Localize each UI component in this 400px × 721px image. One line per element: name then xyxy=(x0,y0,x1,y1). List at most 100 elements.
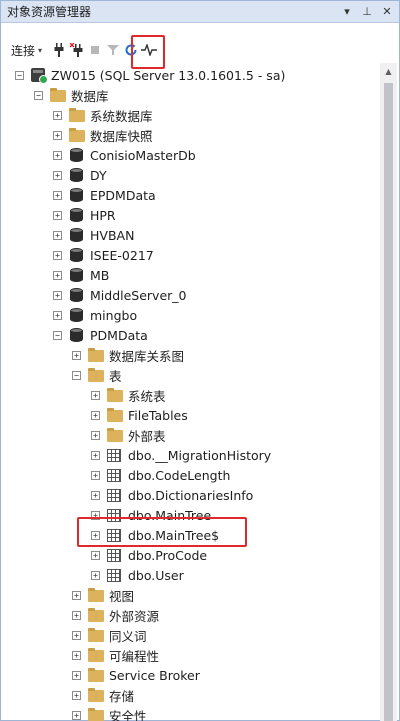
window-position-dropdown-icon[interactable]: ▾ xyxy=(339,4,355,20)
tree-node-table-codelength[interactable]: + dbo.CodeLength xyxy=(91,465,230,485)
expand-icon[interactable]: + xyxy=(91,490,100,500)
tree-node-db-mb[interactable]: + MB xyxy=(53,265,109,285)
folder-icon xyxy=(88,588,104,602)
disconnect-icon[interactable] xyxy=(68,41,86,59)
tree-node-service-broker[interactable]: + Service Broker xyxy=(72,665,200,685)
tree-node-storage[interactable]: + 存储 xyxy=(72,685,134,705)
tree-node-table-dictionariesinfo[interactable]: + dbo.DictionariesInfo xyxy=(91,485,253,505)
filter-icon[interactable] xyxy=(104,41,122,59)
folder-icon xyxy=(88,628,104,642)
tree-node-views[interactable]: + 视图 xyxy=(72,585,134,605)
tree-node-label: 数据库 xyxy=(71,88,109,104)
expand-icon[interactable]: + xyxy=(53,190,62,200)
close-icon[interactable]: ✕ xyxy=(379,4,395,20)
expand-icon[interactable]: + xyxy=(91,390,100,400)
tree-node-db-pdmdata[interactable]: − PDMData xyxy=(53,325,148,345)
connect-plug-icon[interactable] xyxy=(50,41,68,59)
tree-node-db-dy[interactable]: + DY xyxy=(53,165,107,185)
tree-node-system-databases[interactable]: + 系统数据库 xyxy=(53,105,153,125)
auto-hide-pin-icon[interactable]: ⊥ xyxy=(359,4,375,20)
expand-icon[interactable]: + xyxy=(72,630,81,640)
expand-icon[interactable]: + xyxy=(53,170,62,180)
tree-node-db-hvban[interactable]: + HVBAN xyxy=(53,225,134,245)
tree-node-system-tables[interactable]: + 系统表 xyxy=(91,385,166,405)
expand-icon[interactable]: + xyxy=(72,650,81,660)
expand-icon[interactable]: + xyxy=(53,310,62,320)
maintree-dollar-highlight-box xyxy=(77,517,247,547)
tree-node-label: DY xyxy=(90,167,107,183)
expand-icon[interactable]: + xyxy=(91,430,100,440)
tree-node-label: ZW015 (SQL Server 13.0.1601.5 - sa) xyxy=(51,67,286,83)
tree-node-label: mingbo xyxy=(90,307,138,323)
database-icon xyxy=(70,308,83,322)
database-icon xyxy=(70,288,83,302)
expand-icon[interactable]: + xyxy=(91,570,100,580)
expand-icon[interactable]: + xyxy=(53,290,62,300)
expand-icon[interactable]: + xyxy=(72,350,81,360)
tree-node-external-tables[interactable]: + 外部表 xyxy=(91,425,166,445)
collapse-icon[interactable]: − xyxy=(15,70,24,80)
expand-icon[interactable]: + xyxy=(91,550,100,560)
tree-node-label: ISEE-0217 xyxy=(90,247,154,263)
tree-node-label: FileTables xyxy=(128,407,188,423)
connect-button[interactable]: 连接 ▾ xyxy=(1,42,42,59)
database-icon xyxy=(70,168,83,182)
tree-node-label: 外部表 xyxy=(128,428,166,444)
expand-icon[interactable]: + xyxy=(72,710,81,720)
tree-node-label: HPR xyxy=(90,207,116,223)
tree-node-db-mingbo[interactable]: + mingbo xyxy=(53,305,137,325)
tree-node-label: ConisioMasterDb xyxy=(90,147,196,163)
expand-icon[interactable]: + xyxy=(53,210,62,220)
tree-node-label: dbo.__MigrationHistory xyxy=(128,447,272,463)
tree-node-db-middleserver-0[interactable]: + MiddleServer_0 xyxy=(53,285,186,305)
tree-node-external-resources[interactable]: + 外部资源 xyxy=(72,605,159,625)
expand-icon[interactable]: + xyxy=(91,410,100,420)
database-icon xyxy=(70,208,83,222)
vertical-scrollbar[interactable]: ▲ xyxy=(380,63,397,721)
tree-node-label: Service Broker xyxy=(109,667,200,683)
scroll-up-icon[interactable]: ▲ xyxy=(380,63,397,80)
tree-node-db-isee-0217[interactable]: + ISEE-0217 xyxy=(53,245,154,265)
expand-icon[interactable]: + xyxy=(72,590,81,600)
stop-icon[interactable] xyxy=(86,41,104,59)
expand-icon[interactable]: + xyxy=(91,450,100,460)
expand-icon[interactable]: + xyxy=(72,690,81,700)
expand-icon[interactable]: + xyxy=(91,470,100,480)
expand-icon[interactable]: + xyxy=(53,130,62,140)
database-icon xyxy=(70,148,83,162)
collapse-icon[interactable]: − xyxy=(53,330,62,340)
tree-node-table-migrationhistory[interactable]: + dbo.__MigrationHistory xyxy=(91,445,271,465)
tree-node-label: dbo.DictionariesInfo xyxy=(128,487,254,503)
tree-node-tables[interactable]: − 表 xyxy=(72,365,122,385)
tree-node-synonyms[interactable]: + 同义词 xyxy=(72,625,147,645)
tree-node-database-snapshots[interactable]: + 数据库快照 xyxy=(53,125,153,145)
panel-titlebar: 对象资源管理器 ▾ ⊥ ✕ xyxy=(1,1,399,23)
collapse-icon[interactable]: − xyxy=(34,90,43,100)
tree-node-db-epdmdata[interactable]: + EPDMData xyxy=(53,185,156,205)
folder-icon xyxy=(88,368,104,382)
tree-node-table-procode[interactable]: + dbo.ProCode xyxy=(91,545,207,565)
collapse-icon[interactable]: − xyxy=(72,370,81,380)
tree-node-databases[interactable]: − 数据库 xyxy=(34,85,109,105)
tree-node-programmability[interactable]: + 可编程性 xyxy=(72,645,159,665)
tree-node-db-conisiomasterdb[interactable]: + ConisioMasterDb xyxy=(53,145,196,165)
tree-node-security[interactable]: + 安全性 xyxy=(72,705,147,721)
expand-icon[interactable]: + xyxy=(53,110,62,120)
tree-node-server[interactable]: − ZW015 (SQL Server 13.0.1601.5 - sa) xyxy=(15,65,285,85)
tree-node-filetables[interactable]: + FileTables xyxy=(91,405,188,425)
tree-node-label: 系统表 xyxy=(128,388,166,404)
tree-node-database-diagrams[interactable]: + 数据库关系图 xyxy=(72,345,184,365)
expand-icon[interactable]: + xyxy=(72,610,81,620)
expand-icon[interactable]: + xyxy=(53,150,62,160)
folder-icon xyxy=(69,108,85,122)
tree-node-table-user[interactable]: + dbo.User xyxy=(91,565,184,585)
tree-node-db-hpr[interactable]: + HPR xyxy=(53,205,116,225)
tree-node-label: HVBAN xyxy=(90,227,135,243)
scrollbar-thumb[interactable] xyxy=(384,83,393,721)
expand-icon[interactable]: + xyxy=(53,250,62,260)
folder-icon xyxy=(69,128,85,142)
expand-icon[interactable]: + xyxy=(53,270,62,280)
database-icon xyxy=(70,248,83,262)
expand-icon[interactable]: + xyxy=(72,670,81,680)
expand-icon[interactable]: + xyxy=(53,230,62,240)
